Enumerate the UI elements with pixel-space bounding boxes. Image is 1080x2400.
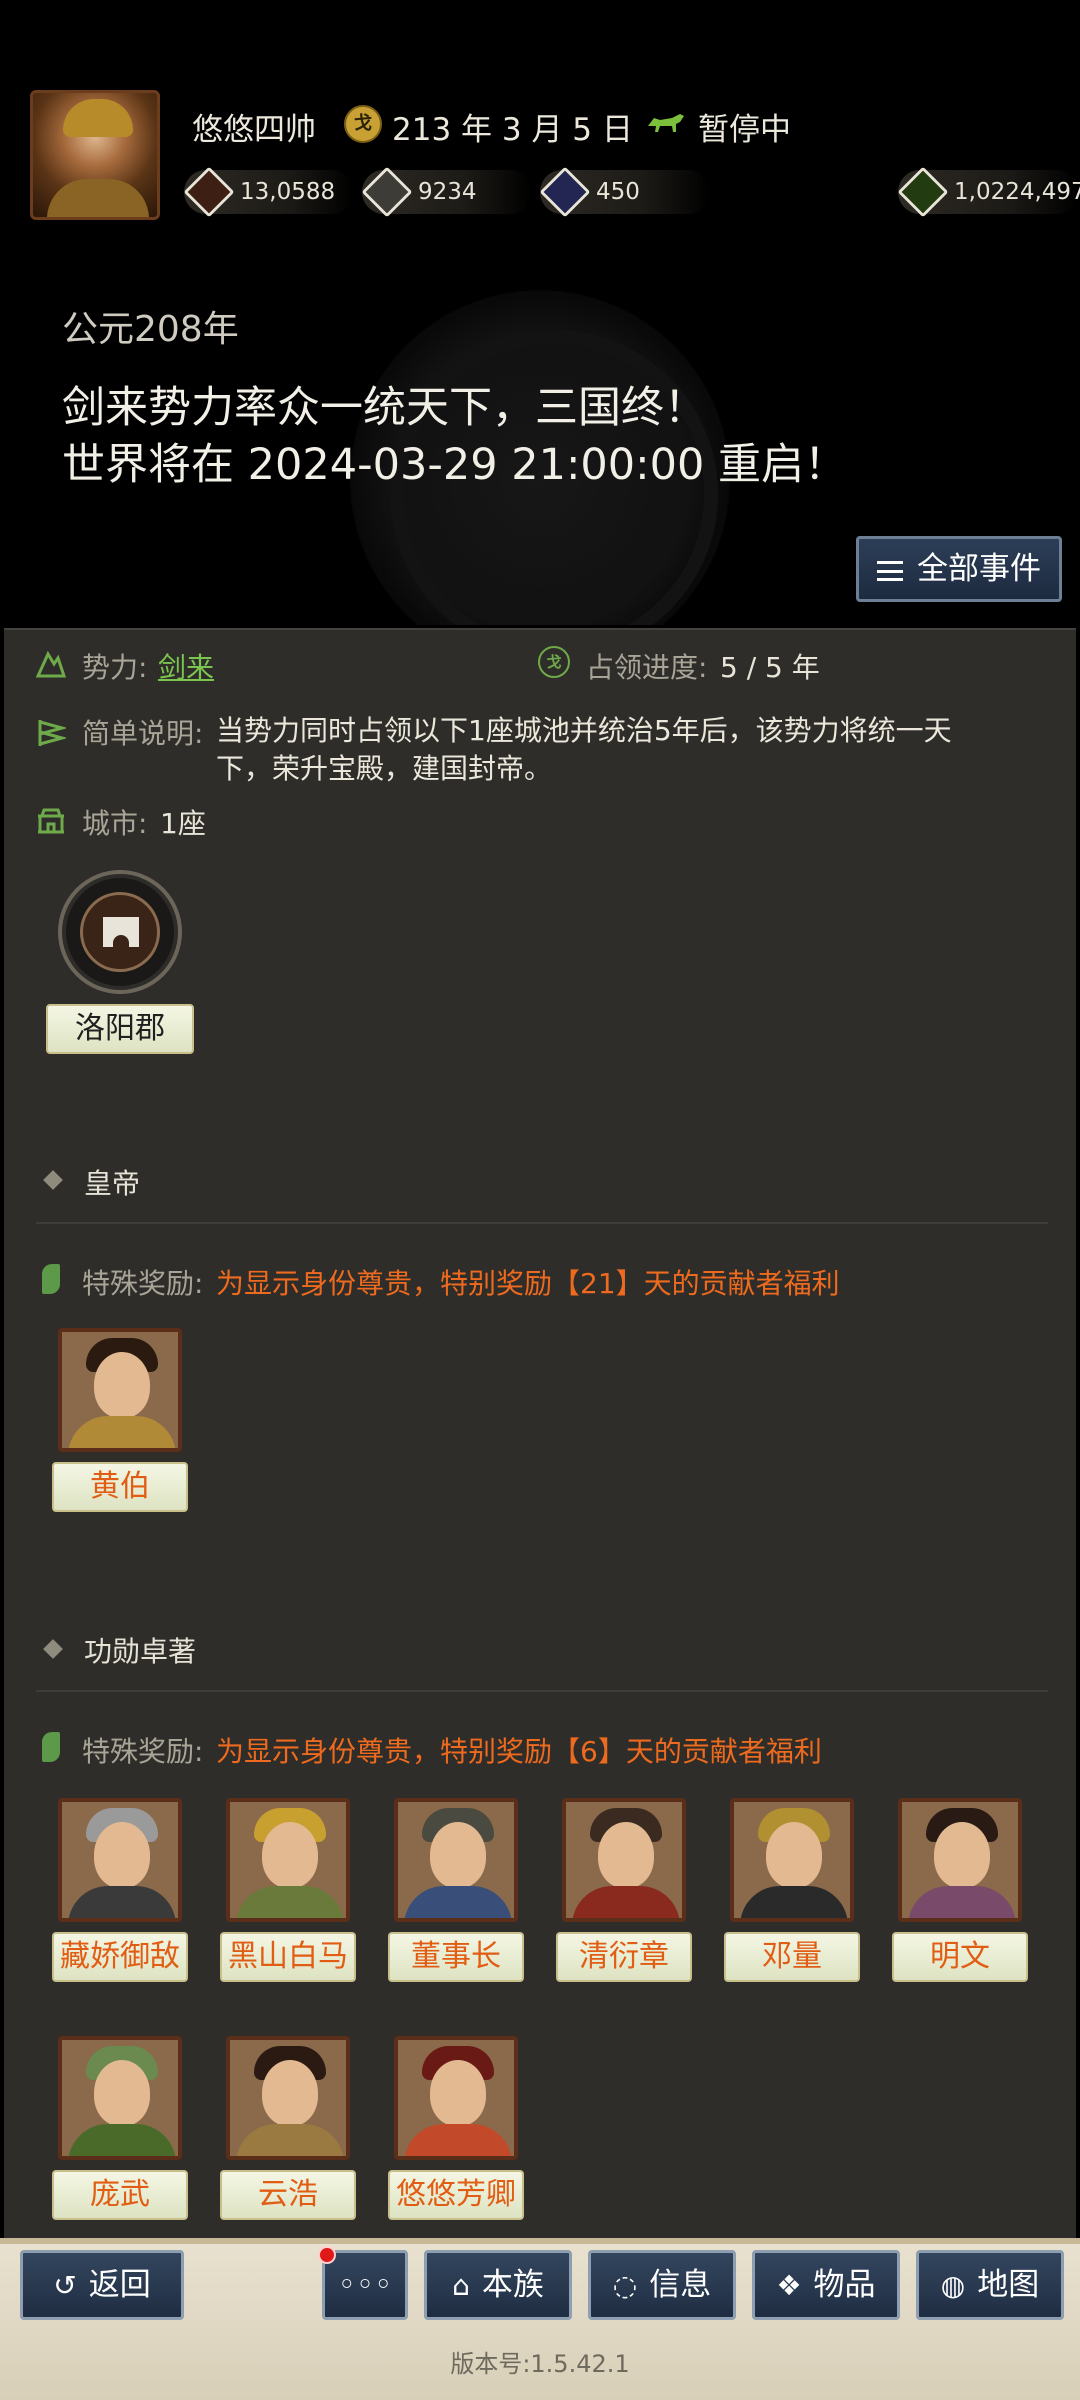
clan-icon: ⌂ xyxy=(452,2269,470,2302)
game-date: 213 年 3 月 5 日 xyxy=(392,112,633,148)
avatar[interactable] xyxy=(898,1798,1022,1922)
city-count: 1座 xyxy=(160,807,206,840)
chat-bubble-icon: ◌ xyxy=(612,2269,638,2302)
food-resource: 13,0588 xyxy=(183,166,354,218)
member-name[interactable]: 藏娇御敌 xyxy=(52,1932,188,1982)
member-name[interactable]: 黑山白马 xyxy=(220,1932,356,1982)
leaf-icon xyxy=(42,1264,60,1294)
member-name[interactable]: 董事长 xyxy=(388,1932,524,1982)
divider xyxy=(36,1690,1048,1692)
top-header: 悠悠四帅 戈 213 年 3 月 5 日 暂停中 13,0588 9234 45… xyxy=(0,0,1080,625)
notification-dot xyxy=(318,2246,336,2264)
soldier-icon xyxy=(539,166,591,218)
all-events-button[interactable]: 全部事件 xyxy=(856,536,1062,602)
event-announcement: 剑来势力率众一统天下，三国终！ 世界将在 2024-03-29 21:00:00… xyxy=(62,380,847,494)
member-name[interactable]: 邓量 xyxy=(724,1932,860,1982)
faction-link[interactable]: 剑来 xyxy=(158,646,214,686)
map-button[interactable]: ◍ 地图 xyxy=(916,2250,1064,2320)
pause-status[interactable]: 暂停中 xyxy=(698,104,791,149)
avatar[interactable] xyxy=(226,2036,350,2160)
merit-reward-label: 特殊奖励: xyxy=(82,1735,204,1768)
city-label: 城市: xyxy=(82,807,148,840)
avatar[interactable] xyxy=(58,1328,182,1452)
back-label: 返回 xyxy=(88,2267,151,2303)
undo-arrow-icon: ↺ xyxy=(53,2269,77,2302)
player-name: 悠悠四帅 xyxy=(192,112,316,148)
desc-label: 简单说明: xyxy=(82,717,204,750)
event-line-1: 剑来势力率众一统天下，三国终！ xyxy=(62,383,707,433)
soldier-resource: 450 xyxy=(539,166,710,218)
avatar[interactable] xyxy=(58,1798,182,1922)
bag-icon: ❖ xyxy=(776,2269,802,2302)
member-name[interactable]: 庞武 xyxy=(52,2170,188,2220)
emperor-reward-text: 为显示身份尊贵，特别奖励【21】天的贡献者福利 xyxy=(216,1267,840,1300)
member-name[interactable]: 明文 xyxy=(892,1932,1028,1982)
member-name[interactable]: 清衍章 xyxy=(556,1932,692,1982)
merit-title: 功勋卓著 xyxy=(84,1635,197,1668)
merit-reward-text: 为显示身份尊贵，特别奖励【6】天的贡献者福利 xyxy=(216,1735,822,1768)
food-icon xyxy=(183,166,235,218)
clan-label: 本族 xyxy=(481,2267,544,2303)
flag-icon xyxy=(38,720,66,746)
leaf-icon xyxy=(42,1732,60,1762)
gold-resource: 1,0224,4971 xyxy=(897,166,1080,218)
unification-panel: 势力: 剑来 戈 占领进度: 5 / 5 年 简单说明: 当势力同时占领以下1座… xyxy=(4,628,1076,2238)
gold-icon xyxy=(897,166,949,218)
avatar[interactable] xyxy=(730,1798,854,1922)
calendar-icon: 戈 xyxy=(344,105,382,143)
member-name[interactable]: 悠悠芳卿 xyxy=(388,2170,524,2220)
avatar[interactable] xyxy=(562,1798,686,1922)
progress-icon: 戈 xyxy=(538,646,570,678)
all-events-label: 全部事件 xyxy=(917,551,1041,587)
faction-label: 势力: xyxy=(82,651,148,684)
stone-resource: 9234 xyxy=(361,166,532,218)
stone-icon xyxy=(361,166,413,218)
info-label: 信息 xyxy=(649,2267,712,2303)
emperor-title: 皇帝 xyxy=(84,1167,141,1200)
diamond-icon xyxy=(43,1639,63,1659)
bottom-nav: ↺ 返回 ◦◦◦ ⌂ 本族 ◌ 信息 ❖ 物品 ◍ 地图 版本号:1.5.42.1 xyxy=(0,2238,1080,2400)
avatar[interactable] xyxy=(226,1798,350,1922)
member-name[interactable]: 云浩 xyxy=(220,2170,356,2220)
avatar[interactable] xyxy=(394,2036,518,2160)
diamond-icon xyxy=(43,1170,63,1190)
globe-icon: ◍ xyxy=(940,2269,966,2302)
more-dots-icon: ◦◦◦ xyxy=(337,2267,393,2303)
avatar[interactable] xyxy=(394,1798,518,1922)
event-line-2: 世界将在 2024-03-29 21:00:00 重启！ xyxy=(62,440,848,490)
city-icon xyxy=(38,808,64,834)
event-year: 公元208年 xyxy=(62,309,239,350)
items-label: 物品 xyxy=(813,2267,876,2303)
clan-button[interactable]: ⌂ 本族 xyxy=(424,2250,572,2320)
divider xyxy=(36,1222,1048,1224)
items-button[interactable]: ❖ 物品 xyxy=(752,2250,900,2320)
list-icon xyxy=(877,561,903,581)
food-value: 13,0588 xyxy=(240,179,336,205)
soldier-value: 450 xyxy=(596,179,640,205)
city-badge[interactable] xyxy=(58,870,182,994)
emperor-name[interactable]: 黄伯 xyxy=(52,1462,188,1512)
mountain-icon xyxy=(36,650,66,678)
progress-value: 5 / 5 年 xyxy=(720,651,820,684)
version-label: 版本号:1.5.42.1 xyxy=(450,2350,630,2378)
city-nameplate[interactable]: 洛阳郡 xyxy=(46,1004,194,1054)
progress-label: 占领进度: xyxy=(586,651,708,684)
map-label: 地图 xyxy=(977,2267,1040,2303)
castle-icon xyxy=(80,892,160,972)
info-button[interactable]: ◌ 信息 xyxy=(588,2250,736,2320)
horse-icon xyxy=(648,114,684,132)
player-avatar[interactable] xyxy=(30,90,160,220)
emperor-reward-label: 特殊奖励: xyxy=(82,1267,204,1300)
desc-text: 当势力同时占领以下1座城池并统治5年后，该势力将统一天下，荣升宝殿，建国封帝。 xyxy=(216,714,952,785)
avatar[interactable] xyxy=(58,2036,182,2160)
back-button[interactable]: ↺ 返回 xyxy=(20,2250,184,2320)
gold-value: 1,0224,4971 xyxy=(954,179,1080,205)
stone-value: 9234 xyxy=(418,179,477,205)
more-button[interactable]: ◦◦◦ xyxy=(322,2250,408,2320)
